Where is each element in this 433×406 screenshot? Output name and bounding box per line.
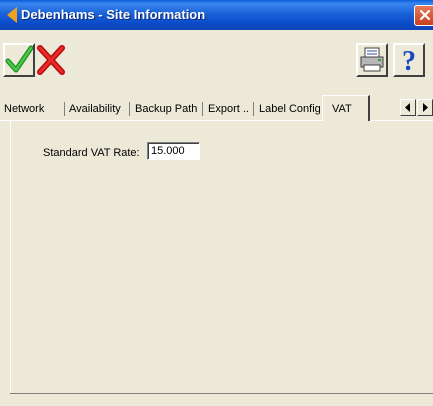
toolbar: ? <box>0 30 433 92</box>
standard-vat-rate-input[interactable] <box>147 142 200 160</box>
tab-scroll-arrows <box>400 99 433 116</box>
close-button[interactable] <box>414 5 433 26</box>
tab-availability[interactable]: Availability <box>69 98 121 120</box>
left-arrow-icon <box>405 103 410 112</box>
printer-icon <box>360 47 384 72</box>
svg-text:?: ? <box>402 46 416 75</box>
tab-network[interactable]: Network <box>4 98 44 120</box>
tab-vat-label: VAT <box>332 103 352 115</box>
tab-vat[interactable]: VAT <box>322 95 370 121</box>
close-icon <box>419 9 431 21</box>
tab-export[interactable]: Export .. <box>208 98 249 120</box>
print-button[interactable] <box>356 43 388 77</box>
title-bar[interactable]: Debenhams - Site Information <box>0 0 433 30</box>
checkmark-icon <box>5 45 33 73</box>
cancel-button[interactable] <box>35 43 67 77</box>
tab-backup-path[interactable]: Backup Path <box>135 98 197 120</box>
ok-button[interactable] <box>3 43 35 77</box>
app-icon <box>7 7 17 23</box>
window-title: Debenhams - Site Information <box>21 7 206 22</box>
help-question-icon: ? <box>402 46 416 75</box>
standard-vat-rate-label: Standard VAT Rate: <box>43 147 140 159</box>
right-arrow-icon <box>423 103 428 112</box>
vat-tab-panel <box>10 121 433 393</box>
tab-scroll-right-button[interactable] <box>417 99 433 116</box>
tab-scroll-left-button[interactable] <box>400 99 416 116</box>
tab-strip: Network Availability Backup Path Export … <box>0 95 433 121</box>
red-x-icon <box>37 45 65 75</box>
tab-label-config[interactable]: Label Config <box>259 98 321 120</box>
site-information-window: Debenhams - Site Information ? Network A… <box>0 0 433 406</box>
help-button[interactable]: ? <box>393 43 425 77</box>
